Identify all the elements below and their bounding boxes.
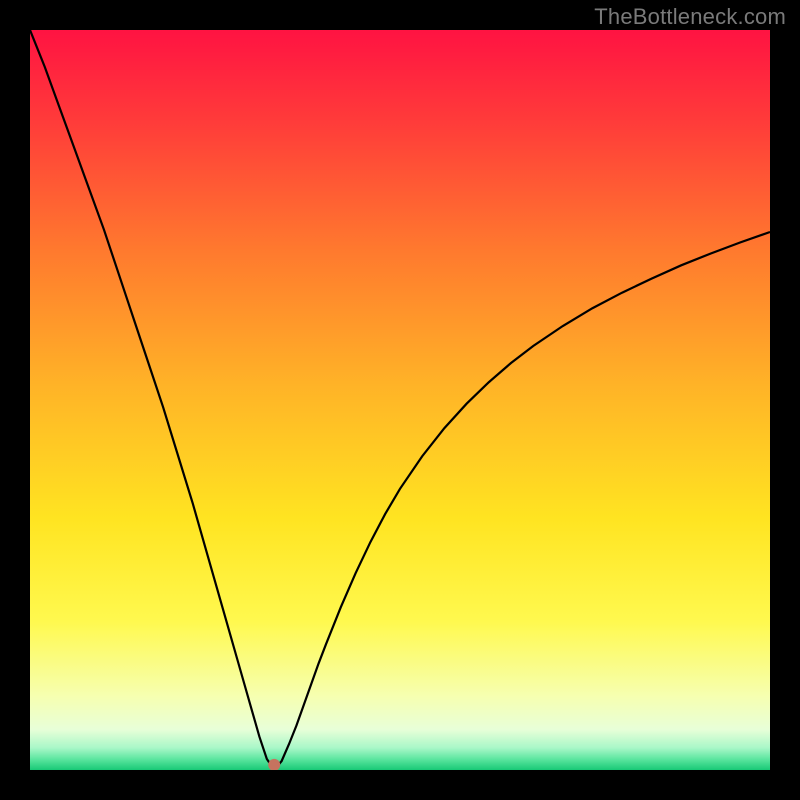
watermark-text: TheBottleneck.com [594, 4, 786, 30]
plot-background [30, 30, 770, 770]
plot-frame [30, 30, 770, 770]
plot-area [30, 30, 770, 770]
chart-container: TheBottleneck.com [0, 0, 800, 800]
